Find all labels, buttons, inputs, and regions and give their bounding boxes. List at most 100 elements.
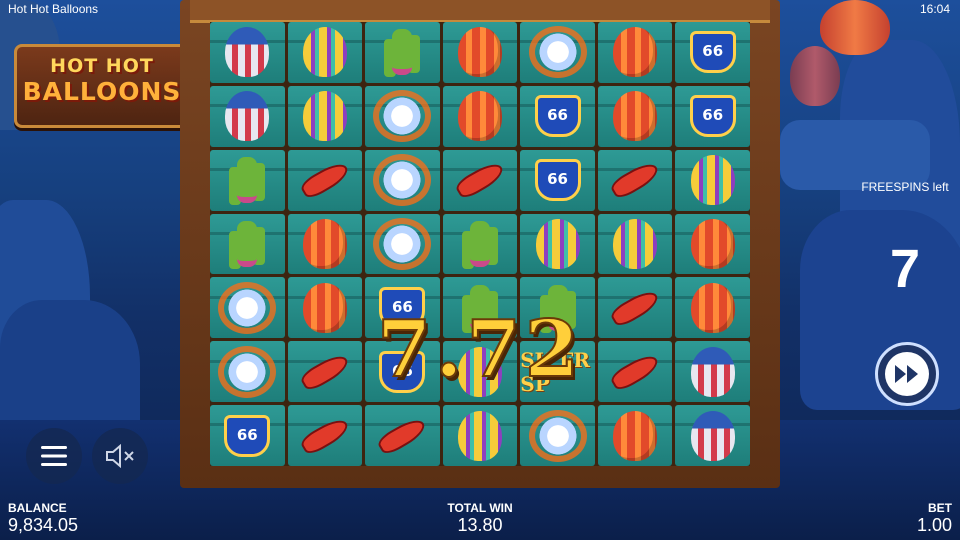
- balloon-stripe-symbol: [613, 218, 658, 269]
- diamond-symbol: [224, 351, 271, 392]
- reel-cell: [442, 213, 518, 275]
- reel-cell: [597, 405, 673, 466]
- reel-cell: [210, 149, 285, 211]
- reel-cell: [365, 85, 440, 147]
- reel-cell: [597, 341, 673, 403]
- bet-label: BET: [928, 501, 952, 515]
- fast-forward-icon: [885, 352, 929, 396]
- game-logo: HOT HOT BALLOONS: [14, 44, 190, 128]
- reel-cell: [675, 213, 750, 275]
- total-win-value: 13.80: [457, 515, 503, 535]
- balloon-usa-symbol: [690, 346, 735, 397]
- win-digit: 7: [465, 304, 521, 395]
- total-win-panel: TOTAL WIN 13.80: [440, 501, 520, 536]
- reel-cell: [210, 85, 285, 147]
- reel-cell: [210, 277, 285, 339]
- reel-cell: [520, 213, 595, 275]
- balloon-usa-symbol: [690, 410, 735, 461]
- reel-cell: [675, 277, 750, 339]
- reel-cell: [287, 213, 363, 275]
- reel-cell: [442, 149, 518, 211]
- reel-cell: [210, 213, 285, 275]
- hamburger-icon: [41, 446, 67, 466]
- reel-cell: [365, 149, 440, 211]
- logo-line-2: BALLOONS: [22, 77, 182, 106]
- balance-label: BALANCE: [8, 501, 67, 515]
- reel-cell: [675, 405, 750, 466]
- balloon-red-symbol: [457, 27, 502, 78]
- route-66-symbol: 66: [689, 31, 736, 74]
- reel-cell: 66: [210, 405, 285, 466]
- app-title: Hot Hot Balloons: [8, 2, 99, 16]
- logo-line-1: HOT HOT: [50, 55, 154, 77]
- reel-cell: [287, 277, 363, 339]
- freespins-label: FREESPINS left: [861, 180, 949, 194]
- reel-cell: [365, 22, 440, 83]
- reel-cell: [675, 341, 750, 403]
- diamond-symbol: [379, 160, 426, 201]
- balloon-stripe-symbol: [302, 91, 347, 142]
- reel-cell: 66: [675, 85, 750, 147]
- diamond-symbol: [379, 96, 426, 137]
- sound-muted-icon: [106, 444, 134, 468]
- reel-cell: [442, 22, 518, 83]
- reel-cell: [520, 22, 595, 83]
- cactus-symbol: [237, 157, 258, 204]
- reel-cell: [287, 405, 363, 466]
- reel-cell: 66: [520, 149, 595, 211]
- balloon-stripe-symbol: [457, 410, 502, 461]
- diamond-symbol: [224, 287, 271, 328]
- cactus-symbol: [237, 220, 258, 267]
- reel-cell: [597, 149, 673, 211]
- total-win-label: TOTAL WIN: [447, 501, 513, 515]
- balloon-stripe-symbol: [535, 218, 580, 269]
- balloon-red-symbol: [613, 91, 658, 142]
- bet-value: 1.00: [916, 515, 952, 535]
- background-balloon: [790, 46, 840, 106]
- win-digit: .: [434, 304, 463, 395]
- bet-panel[interactable]: BET 1.00: [917, 501, 952, 536]
- route-66-symbol: 66: [224, 414, 271, 457]
- balloon-red-symbol: [690, 218, 735, 269]
- balloon-red-symbol: [690, 282, 735, 333]
- reel-cell: [287, 149, 363, 211]
- reel-cell: 66: [675, 22, 750, 83]
- reel-cell: [365, 405, 440, 466]
- balloon-red-symbol: [302, 218, 347, 269]
- background-balloon: [820, 0, 890, 55]
- cactus-symbol: [392, 29, 413, 76]
- route-66-symbol: 66: [534, 95, 581, 138]
- reel-cell: [365, 213, 440, 275]
- balloon-stripe-symbol: [302, 27, 347, 78]
- reel-cell: [287, 85, 363, 147]
- balance-value: 9,834.05: [8, 515, 79, 535]
- reel-cell: [675, 149, 750, 211]
- win-digit: 2: [524, 304, 580, 395]
- reel-cell: [597, 277, 673, 339]
- reel-cell: [442, 85, 518, 147]
- win-amount-overlay: 7 . 7 2: [358, 300, 598, 400]
- balance-panel: BALANCE 9,834.05: [8, 501, 78, 536]
- reel-cell: [287, 22, 363, 83]
- menu-button[interactable]: [26, 428, 82, 484]
- sound-toggle-button[interactable]: [92, 428, 148, 484]
- balloon-usa-symbol: [225, 27, 270, 78]
- balloon-usa-symbol: [225, 91, 270, 142]
- balloon-red-symbol: [457, 91, 502, 142]
- balloon-red-symbol: [613, 410, 658, 461]
- reel-cell: [597, 213, 673, 275]
- reel-cell: [442, 405, 518, 466]
- reel-frame-top: [190, 0, 770, 23]
- diamond-symbol: [534, 32, 581, 73]
- balloon-red-symbol: [613, 27, 658, 78]
- reel-cell: [597, 22, 673, 83]
- reel-cell: [210, 341, 285, 403]
- reel-cell: [287, 341, 363, 403]
- reel-cell: [210, 22, 285, 83]
- balloon-red-symbol: [302, 282, 347, 333]
- fast-forward-button[interactable]: [875, 342, 939, 406]
- route-66-symbol: 66: [689, 95, 736, 138]
- diamond-symbol: [534, 415, 581, 456]
- freespins-count: 7: [889, 239, 921, 299]
- reel-cell: 66: [520, 85, 595, 147]
